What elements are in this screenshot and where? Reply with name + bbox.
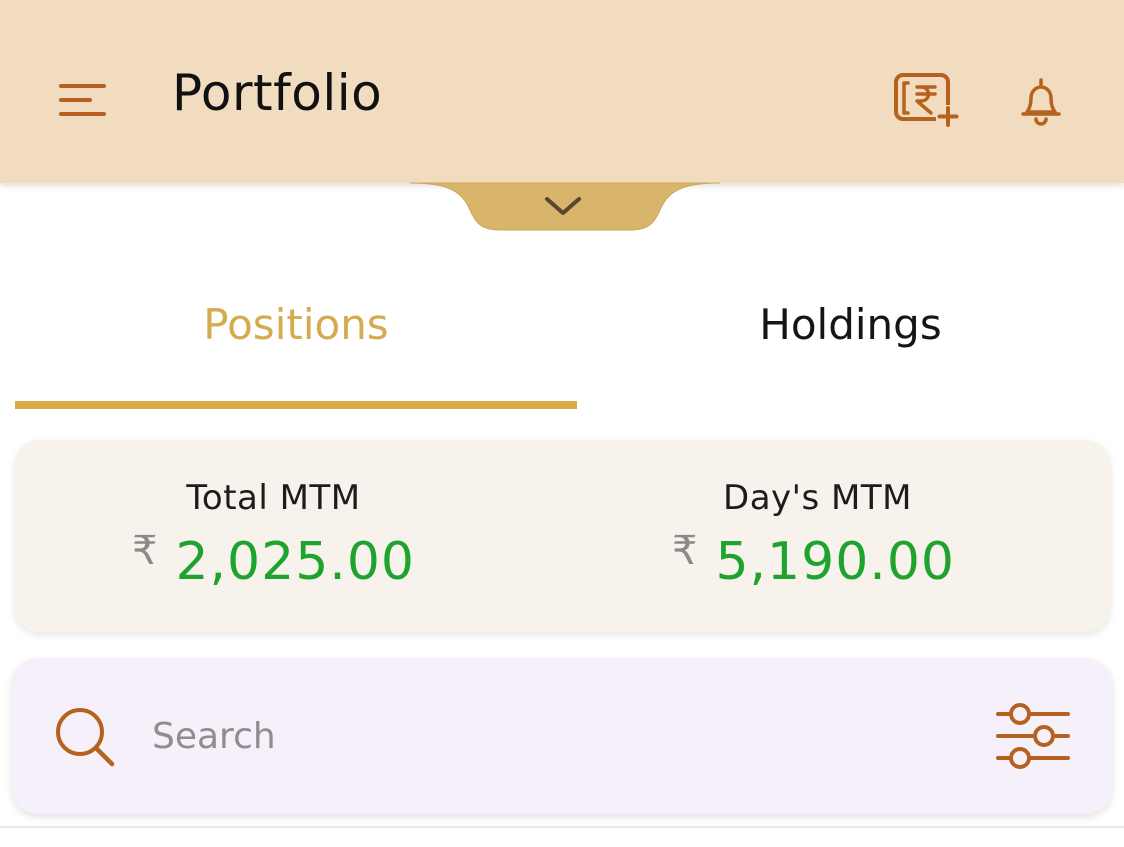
days-mtm-label: Day's MTM [723, 478, 912, 518]
notifications-button[interactable] [1008, 70, 1074, 132]
days-mtm: Day's MTM ₹ 5,190.00 [562, 440, 1109, 632]
total-mtm-value: 2,025.00 [175, 532, 415, 592]
add-funds-rupee-icon [894, 73, 960, 127]
total-mtm-value-row: ₹ 2,025.00 [0, 528, 547, 592]
tab-holdings[interactable]: Holdings [577, 270, 1124, 410]
menu-button[interactable] [50, 70, 116, 130]
divider [0, 826, 1124, 828]
filter-button[interactable] [992, 698, 1072, 774]
app-header: Portfolio [0, 0, 1124, 183]
header-collapse-toggle[interactable] [409, 180, 721, 232]
active-tab-indicator [15, 401, 577, 409]
page-title: Portfolio [172, 64, 383, 122]
tab-positions[interactable]: Positions [15, 270, 577, 410]
portfolio-tabs: Positions Holdings [0, 270, 1124, 410]
mtm-summary-card: Total MTM ₹ 2,025.00 Day's MTM ₹ 5,190.0… [15, 440, 1110, 632]
search-input[interactable] [152, 704, 952, 768]
total-mtm: Total MTM ₹ 2,025.00 [15, 440, 562, 632]
search-icon[interactable] [52, 704, 118, 770]
bell-icon [1021, 78, 1061, 126]
hamburger-menu-icon [59, 84, 106, 116]
search-bar [12, 658, 1112, 814]
filter-sliders-icon [996, 703, 1070, 769]
rupee-icon: ₹ [671, 528, 698, 574]
days-mtm-value: 5,190.00 [715, 532, 955, 592]
days-mtm-value-row: ₹ 5,190.00 [540, 528, 1087, 592]
total-mtm-label: Total MTM [186, 478, 361, 518]
add-funds-button[interactable] [888, 66, 964, 132]
rupee-icon: ₹ [131, 528, 158, 574]
